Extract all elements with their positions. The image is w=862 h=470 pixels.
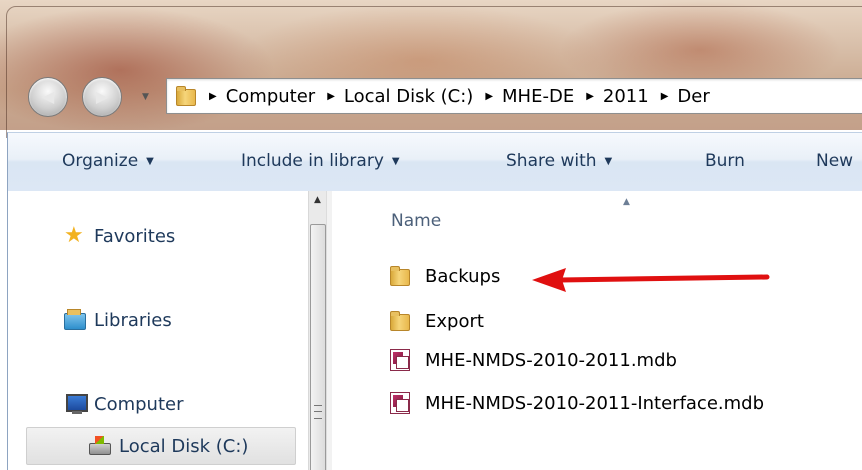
column-header-name[interactable]: Name [391,211,441,231]
breadcrumb-separator-icon[interactable]: ▶ [586,91,594,102]
breadcrumb-local-disk[interactable]: Local Disk (C:) [344,86,473,107]
scroll-up-icon[interactable]: ▲ [309,195,326,209]
breadcrumb-computer[interactable]: Computer [226,86,315,107]
organize-button[interactable]: Organize ▼ [62,151,154,171]
file-name: MHE-NMDS-2010-2011.mdb [425,349,677,371]
file-list: ▲ Name Backups Export MHE-NMDS-2010-2011… [331,191,862,470]
nav-item-favorites[interactable]: ★ Favorites [64,225,175,247]
folder-icon [175,85,197,107]
access-db-icon [389,349,411,371]
sort-ascending-icon: ▲ [623,197,630,207]
back-button[interactable]: ◀ [28,77,68,117]
back-arrow-icon: ◀ [41,87,55,106]
list-item[interactable]: MHE-NMDS-2010-2011-Interface.mdb [389,392,764,414]
chevron-down-icon: ▼ [391,156,400,167]
access-db-icon [389,392,411,414]
breadcrumb-mhe-de[interactable]: MHE-DE [502,86,574,107]
burn-label: Burn [705,151,745,171]
command-bar: Organize ▼ Include in library ▼ Share with… [7,132,862,192]
new-folder-button[interactable]: New [816,151,853,171]
scrollbar-thumb[interactable] [310,224,326,470]
chevron-down-icon: ▼ [146,156,154,167]
list-item[interactable]: Export [389,310,484,332]
include-in-library-label: Include in library [241,151,384,171]
nav-pane-scrollbar[interactable]: ▲ [308,191,326,470]
recent-pages-dropdown-icon[interactable]: ▼ [142,92,149,102]
nav-item-computer[interactable]: Computer [64,393,183,415]
nav-item-label: Libraries [94,309,172,331]
include-in-library-button[interactable]: Include in library ▼ [241,151,400,171]
computer-icon [64,393,88,415]
drive-icon [89,435,111,457]
breadcrumb-separator-icon[interactable]: ▶ [485,91,493,102]
nav-item-libraries[interactable]: Libraries [64,309,172,331]
new-label: New [816,151,854,171]
organize-label: Organize [62,151,139,171]
navigation-pane: ★ Favorites Libraries Computer Local Dis… [8,191,308,470]
explorer-window: ◀ ▶ ▼ ▶ Computer ▶ Local Disk (C:) ▶ MHE… [0,0,862,470]
file-name: Backups [425,265,501,287]
star-icon: ★ [64,223,84,248]
forward-button[interactable]: ▶ [82,77,122,117]
list-item[interactable]: MHE-NMDS-2010-2011.mdb [389,349,677,371]
share-with-label: Share with [506,151,597,171]
breadcrumb-separator-icon: ▶ [209,90,217,102]
nav-item-label: Favorites [94,225,176,247]
red-arrow-annotation-icon [532,268,770,292]
breadcrumb: ▶ Computer ▶ Local Disk (C:) ▶ MHE-DE ▶ … [197,86,710,107]
breadcrumb-separator-icon[interactable]: ▶ [661,91,669,102]
forward-arrow-icon: ▶ [95,87,109,106]
nav-item-label: Computer [94,393,184,415]
grip-icon [314,405,322,419]
list-item[interactable]: Backups [389,265,500,287]
explorer-body: ★ Favorites Libraries Computer Local Dis… [7,191,862,470]
breadcrumb-separator-icon[interactable]: ▶ [327,91,335,102]
file-name: MHE-NMDS-2010-2011-Interface.mdb [425,392,765,414]
address-bar[interactable]: ▶ Computer ▶ Local Disk (C:) ▶ MHE-DE ▶ … [166,78,862,114]
burn-button[interactable]: Burn [705,151,745,171]
chevron-down-icon: ▼ [604,156,613,167]
libraries-icon [64,309,86,331]
folder-icon [389,265,411,287]
breadcrumb-2011[interactable]: 2011 [603,86,649,107]
breadcrumb-current[interactable]: Der [677,86,709,107]
nav-item-label: Local Disk (C:) [119,435,249,457]
nav-item-local-disk[interactable]: Local Disk (C:) [26,427,296,465]
folder-icon [389,310,411,332]
share-with-button[interactable]: Share with ▼ [506,151,612,171]
file-name: Export [425,310,484,332]
window-border [6,6,862,138]
